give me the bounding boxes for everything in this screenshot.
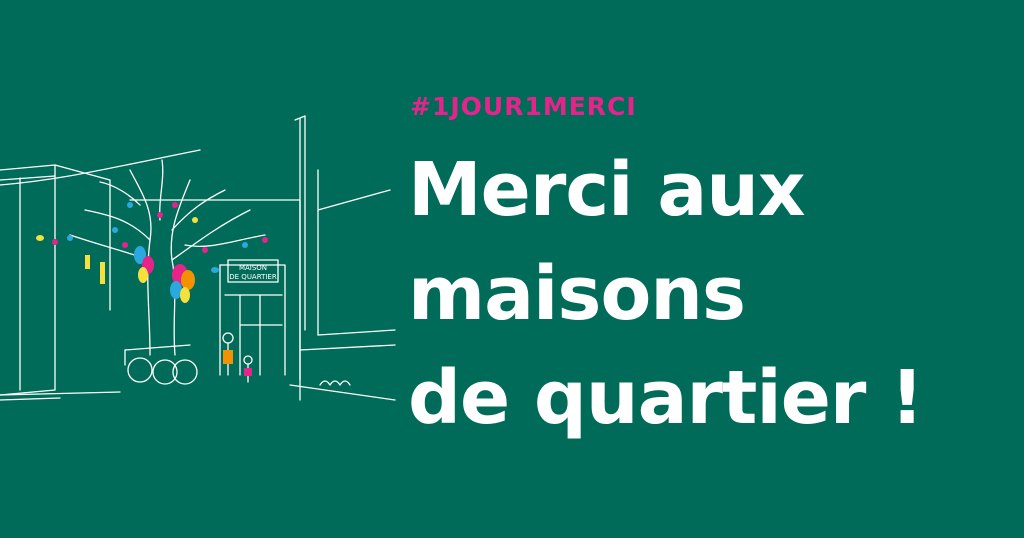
neighborhood-house-illustration: MAISON DE QUARTIER	[0, 115, 396, 401]
tree-decorations	[36, 202, 268, 376]
headline-line-1: Merci aux	[408, 147, 806, 233]
headline-line-2: maisons	[408, 251, 746, 337]
sign-line-2: DE QUARTIER	[229, 273, 277, 281]
headline-line-3: de quartier !	[408, 355, 924, 441]
headline: Merci aux maisons de quartier !	[408, 138, 924, 450]
sign-line-1: MAISON	[239, 264, 267, 272]
hashtag: #1JOUR1MERCI	[410, 92, 637, 121]
